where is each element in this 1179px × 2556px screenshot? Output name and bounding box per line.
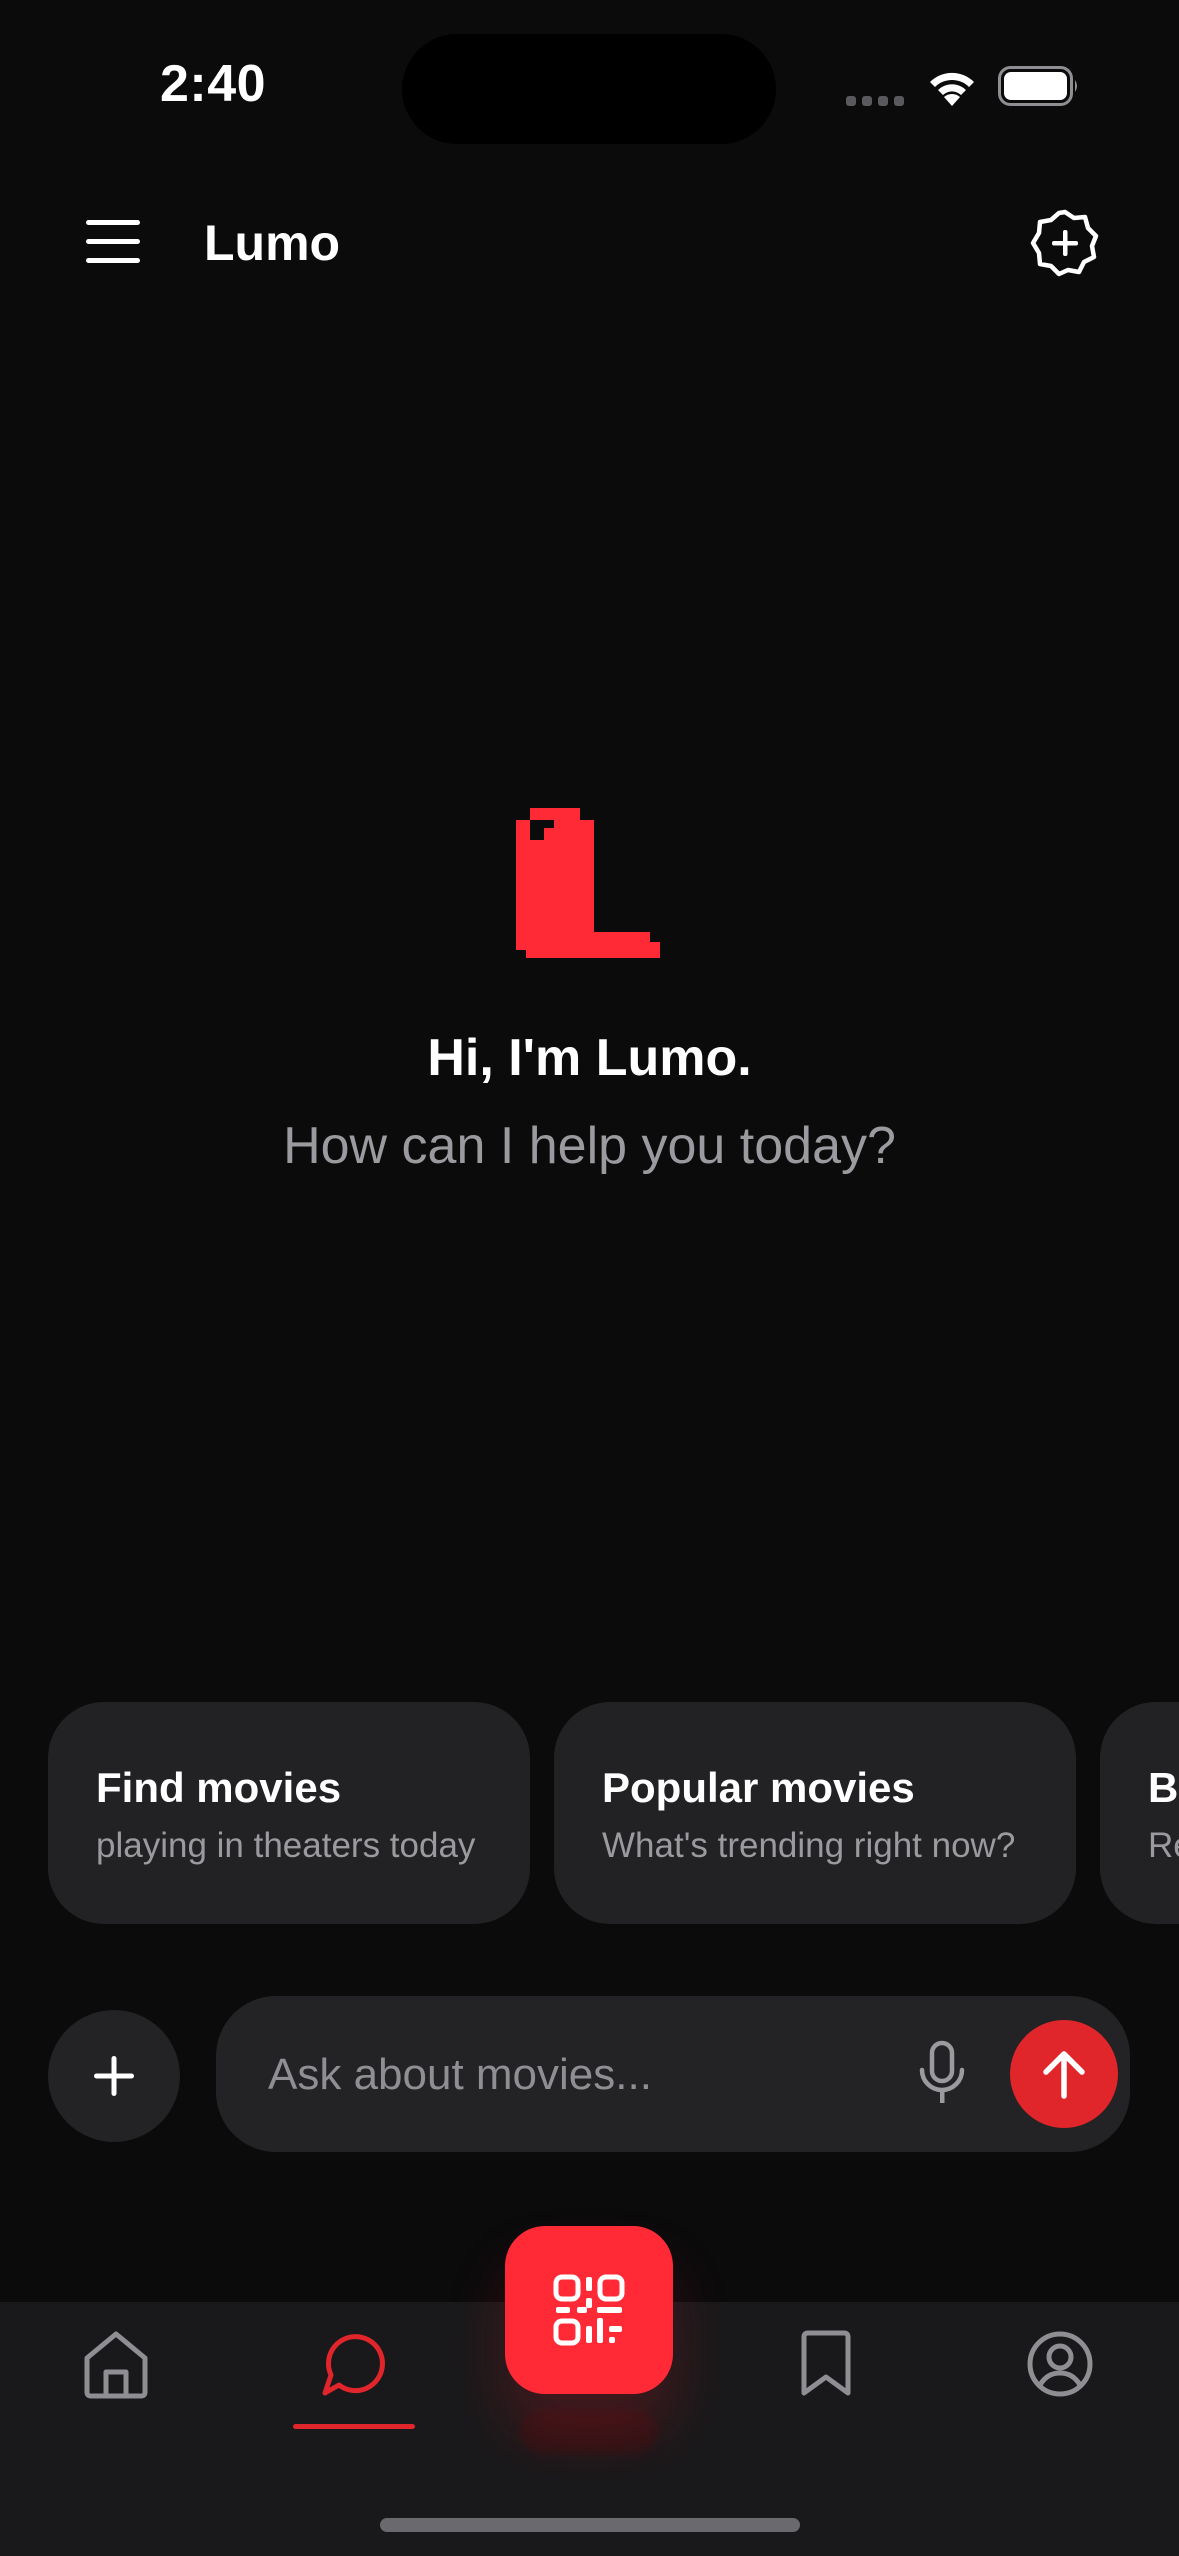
suggestion-card-popular-movies[interactable]: Popular movies What's trending right now…	[554, 1702, 1076, 1924]
app-title: Lumo	[204, 215, 341, 271]
screen: 2:40 Lumo Hi, I'm Lumo. How can I help y…	[0, 0, 1179, 2556]
voice-input-button[interactable]	[916, 2040, 968, 2108]
bookmark-icon	[801, 2330, 851, 2396]
suggestion-subtitle: What's trending right now?	[602, 1826, 1016, 1865]
tab-saved[interactable]	[786, 2324, 866, 2404]
suggestion-title: Find movies	[96, 1764, 342, 1811]
chat-bubble-icon	[322, 2334, 385, 2396]
plus-badge-icon	[1030, 209, 1099, 277]
suggestion-subtitle: Re	[1148, 1826, 1179, 1865]
home-indicator[interactable]	[380, 2518, 800, 2532]
add-attachment-button[interactable]	[48, 2010, 180, 2142]
suggestion-card-partial[interactable]: Bo Re	[1100, 1702, 1179, 1924]
qr-code-icon	[553, 2274, 625, 2346]
greeting-subtitle: How can I help you today?	[283, 1117, 896, 1175]
tab-profile[interactable]	[1020, 2324, 1100, 2404]
suggestion-card-find-movies[interactable]: Find movies playing in theaters today	[48, 1702, 530, 1924]
greeting-title: Hi, I'm Lumo.	[427, 1029, 752, 1087]
input-placeholder: Ask about movies...	[268, 2050, 652, 2099]
battery-icon	[998, 66, 1077, 106]
suggestion-title: Popular movies	[602, 1764, 915, 1811]
suggestion-title: Bo	[1148, 1764, 1179, 1811]
scan-qr-button[interactable]	[505, 2226, 673, 2394]
status-time: 2:40	[160, 55, 267, 113]
lumo-logo	[516, 808, 660, 958]
arrow-up-icon	[1043, 2051, 1085, 2099]
profile-icon	[1027, 2331, 1093, 2397]
send-button[interactable]	[1010, 2020, 1118, 2128]
microphone-icon	[919, 2040, 965, 2103]
plus-icon	[94, 2056, 134, 2096]
home-icon	[84, 2331, 148, 2399]
tab-selected-indicator	[293, 2424, 415, 2429]
cellular-signal-icon	[846, 96, 904, 106]
tab-chat[interactable]	[314, 2324, 394, 2404]
tab-home[interactable]	[76, 2324, 156, 2404]
new-chat-button[interactable]	[1030, 208, 1100, 278]
dynamic-island	[402, 34, 776, 144]
hamburger-icon	[86, 220, 140, 263]
suggestion-subtitle: playing in theaters today	[96, 1826, 476, 1865]
wifi-icon	[930, 72, 974, 106]
message-input[interactable]: Ask about movies...	[216, 1996, 1130, 2152]
menu-button[interactable]	[84, 216, 144, 268]
scan-button-glow	[520, 2410, 658, 2454]
